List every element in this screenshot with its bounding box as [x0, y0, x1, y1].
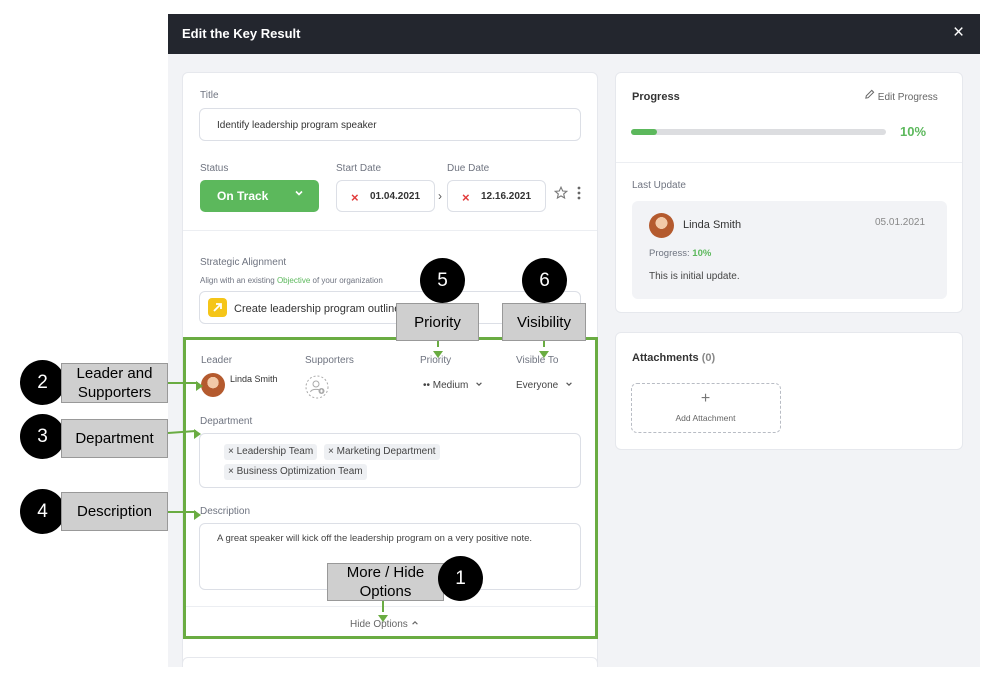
progress-bar-fill — [631, 129, 657, 135]
progress-title: Progress — [632, 91, 680, 103]
callout-label-priority: Priority — [396, 303, 479, 341]
callout-number-4: 4 — [20, 489, 65, 534]
arrow-down-icon — [433, 345, 443, 363]
callout-label-visibility: Visibility — [502, 303, 586, 341]
alignment-desc-post: of your organization — [310, 276, 383, 285]
modal-title: Edit the Key Result — [182, 26, 301, 41]
callout-number-6: 6 — [522, 258, 567, 303]
divider — [616, 162, 962, 163]
status-label: Status — [200, 163, 229, 174]
callout-number-5: 5 — [420, 258, 465, 303]
progress-bar — [631, 129, 886, 135]
edit-progress-label: Edit Progress — [877, 92, 938, 103]
attachments-count: (0) — [701, 352, 716, 364]
status-dropdown[interactable]: On Track — [200, 180, 319, 212]
arrow-down-icon — [378, 609, 388, 627]
title-input[interactable]: Identify leadership program speaker — [199, 108, 581, 141]
clear-due-date-icon[interactable]: × — [462, 190, 470, 205]
update-text: This is initial update. — [649, 271, 740, 282]
callout-label-department: Department — [61, 419, 168, 458]
callout-number-1: 1 — [438, 556, 483, 601]
attachments-label: Attachments — [632, 352, 699, 364]
callout-label-description: Description — [61, 492, 168, 531]
due-date-field[interactable]: × 12.16.2021 — [447, 180, 546, 212]
start-date-value: 01.04.2021 — [370, 191, 421, 202]
alignment-value: Create leadership program outline — [234, 303, 401, 315]
last-update-box: Linda Smith 05.01.2021 Progress: 10% Thi… — [632, 201, 947, 299]
last-update-label: Last Update — [632, 180, 686, 191]
date-arrow-icon: › — [438, 189, 442, 203]
update-progress-label: Progress: — [649, 248, 690, 259]
star-icon[interactable] — [553, 185, 569, 205]
divider — [183, 230, 597, 231]
alignment-description: Align with an existing Objective of your… — [200, 276, 383, 285]
start-date-label: Start Date — [336, 163, 382, 174]
update-progress-value: 10% — [692, 248, 712, 259]
callout-label-leader-supporters: Leader and Supporters — [61, 363, 168, 403]
arrow-right-icon — [194, 426, 201, 444]
edit-progress-button[interactable]: Edit Progress — [864, 89, 938, 103]
objective-arrow-icon — [208, 298, 227, 317]
due-date-label: Due Date — [447, 163, 490, 174]
alignment-desc-pre: Align with an existing — [200, 276, 277, 285]
secondary-card — [182, 657, 598, 667]
attachments-card: Attachments (0) + Add Attachment — [615, 332, 963, 450]
status-value: On Track — [217, 189, 269, 203]
objective-link[interactable]: Objective — [277, 276, 310, 285]
callout-number-3: 3 — [20, 414, 65, 459]
arrow-right-icon — [194, 507, 201, 525]
pencil-icon — [864, 89, 875, 103]
update-user-avatar — [649, 213, 674, 238]
due-date-value: 12.16.2021 — [481, 191, 532, 202]
update-date: 05.01.2021 — [875, 217, 926, 228]
clear-start-date-icon[interactable]: × — [351, 190, 359, 205]
plus-icon: + — [700, 390, 711, 407]
progress-percent: 10% — [900, 124, 927, 139]
start-date-field[interactable]: × 01.04.2021 — [336, 180, 435, 212]
chevron-down-icon — [294, 188, 304, 201]
add-attachment-label: Add Attachment — [675, 413, 736, 423]
callout-connector — [168, 511, 196, 513]
attachments-title: Attachments (0) — [632, 352, 715, 364]
callout-number-2: 2 — [20, 360, 65, 405]
arrow-down-icon — [539, 345, 549, 363]
title-input-value: Identify leadership program speaker — [217, 120, 377, 131]
callout-label-more-hide-options: More / Hide Options — [327, 563, 444, 601]
more-options-icon[interactable] — [577, 186, 581, 205]
update-user-name: Linda Smith — [683, 219, 742, 231]
add-attachment-button[interactable]: + Add Attachment — [631, 383, 781, 433]
strategic-alignment-label: Strategic Alignment — [200, 257, 287, 268]
modal-header: Edit the Key Result × — [168, 14, 980, 54]
update-progress: Progress: 10% — [649, 248, 711, 259]
close-icon[interactable]: × — [953, 23, 964, 43]
title-label: Title — [200, 90, 219, 101]
callout-connector — [168, 382, 198, 384]
progress-card: Progress Edit Progress 10% Last Update L… — [615, 72, 963, 313]
arrow-right-icon — [196, 378, 203, 396]
